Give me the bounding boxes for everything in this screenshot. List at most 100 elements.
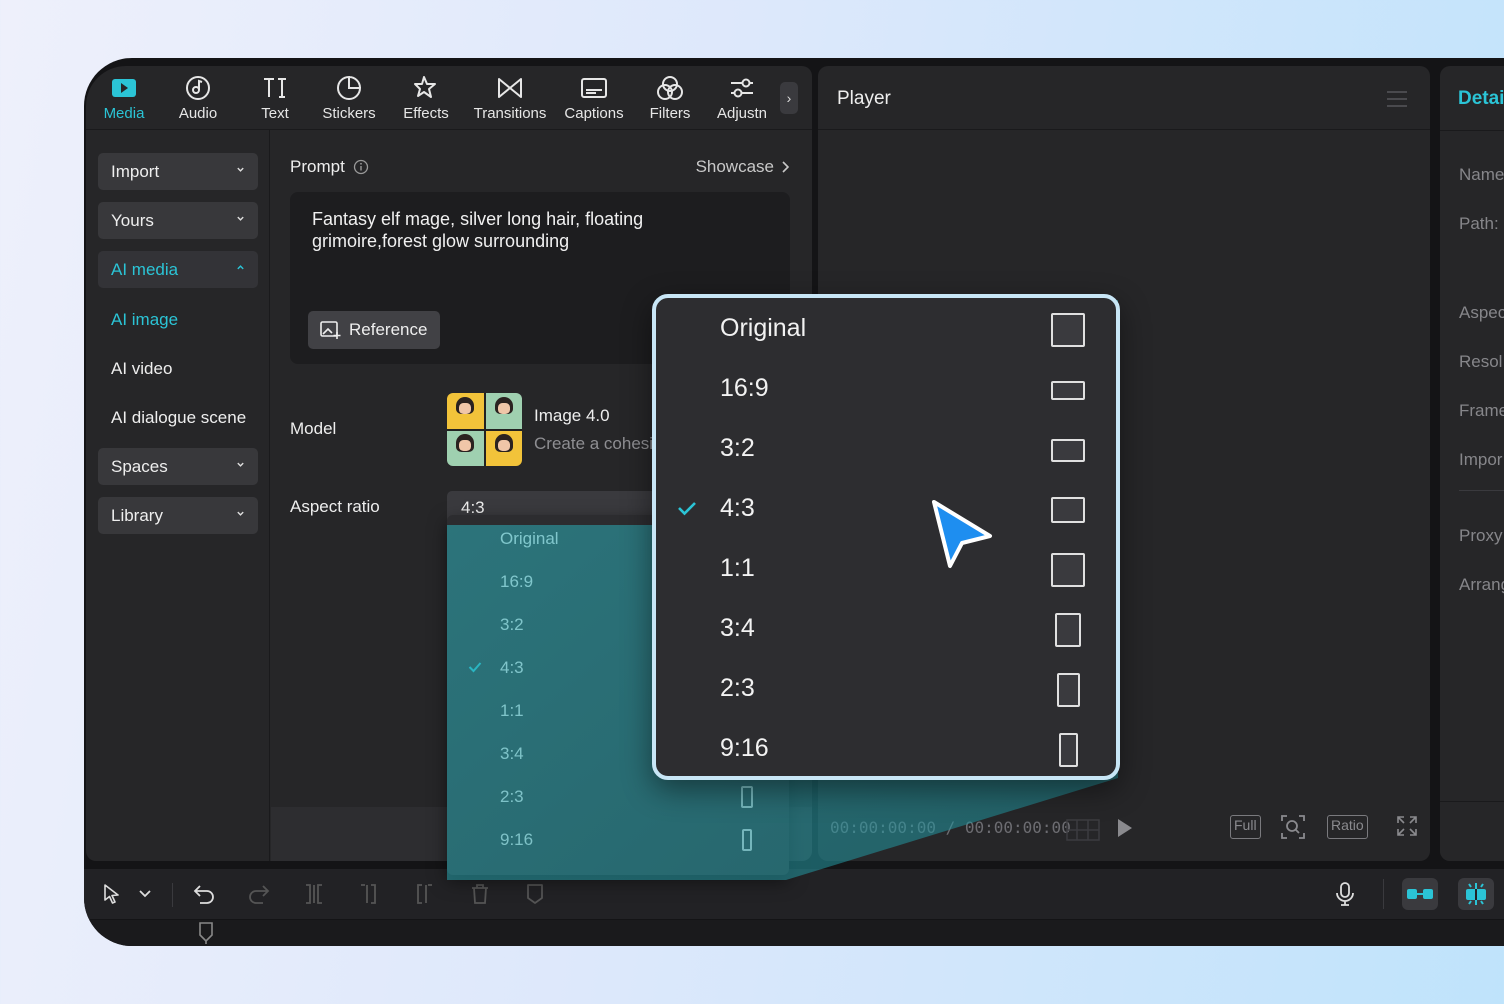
fullscreen-icon[interactable] — [1396, 815, 1418, 837]
ratio-shape-icon — [1051, 313, 1085, 347]
details-panel: Detai Name Path: Aspec Resol Frame Impor… — [1440, 66, 1504, 861]
tool-media[interactable]: Media — [100, 74, 148, 126]
detail-path: Path: — [1459, 214, 1499, 233]
sidebar-ai-media[interactable]: AI media — [98, 251, 258, 288]
model-description: Create a cohesi — [534, 434, 654, 453]
details-title: Detai — [1458, 88, 1504, 109]
menu-icon[interactable] — [1386, 90, 1408, 108]
ratio-button[interactable]: Ratio — [1327, 815, 1368, 839]
tool-captions[interactable]: Captions — [561, 74, 627, 126]
snap-icon — [1466, 883, 1486, 905]
tool-audio[interactable]: Audio — [174, 74, 222, 126]
tool-label: Transitions — [473, 105, 547, 122]
aspect-option-label: 1:1 — [720, 554, 755, 582]
ratio-shape-icon — [1056, 673, 1080, 707]
aspect-option-zoomed[interactable]: Original — [656, 300, 1116, 360]
checkmark-icon — [678, 502, 696, 516]
tool-transitions[interactable]: Transitions — [469, 74, 551, 126]
ratio-shape-icon — [1051, 553, 1085, 587]
aspect-option-label: 4:3 — [500, 658, 524, 677]
tool-label: Media — [103, 105, 145, 122]
zoom-fit-icon[interactable] — [1280, 814, 1306, 840]
aspect-option-zoomed[interactable]: 2:3 — [656, 660, 1116, 720]
aspect-option-label: 4:3 — [720, 494, 755, 522]
sidebar-item-label: Library — [111, 505, 163, 525]
aspect-option-zoomed[interactable]: 3:4 — [656, 600, 1116, 660]
trim-right-icon[interactable] — [412, 883, 436, 905]
info-icon[interactable] — [353, 159, 369, 175]
aspect-option-label: Original — [720, 314, 807, 342]
sidebar-ai-dialogue-scene[interactable]: AI dialogue scene — [111, 408, 246, 428]
sidebar-item-label: AI media — [111, 259, 179, 279]
tool-label: Filters — [649, 105, 691, 122]
prompt-label: Prompt — [290, 157, 345, 176]
model-thumbnail[interactable] — [447, 393, 522, 466]
aspect-option[interactable]: 2:3 — [447, 776, 789, 819]
toolbar-more-button[interactable]: › — [780, 82, 798, 114]
aspect-option[interactable]: 9:16 — [447, 819, 789, 862]
tool-label: Stickers — [322, 105, 376, 122]
playhead-icon[interactable] — [198, 922, 214, 944]
microphone-icon[interactable] — [1335, 881, 1355, 907]
sidebar-item-label: Yours — [111, 210, 154, 230]
link-clips-button[interactable] — [1402, 878, 1438, 910]
sidebar-spaces[interactable]: Spaces — [98, 448, 258, 485]
delete-icon[interactable] — [469, 883, 491, 905]
prompt-text[interactable]: Fantasy elf mage, silver long hair, floa… — [312, 208, 692, 252]
chevron-down-icon — [237, 511, 244, 516]
full-button[interactable]: Full — [1230, 815, 1261, 839]
tool-adjustment[interactable]: Adjustn — [713, 74, 771, 126]
split-icon[interactable] — [302, 883, 326, 905]
aspect-option-zoomed[interactable]: 16:9 — [656, 360, 1116, 420]
aspect-option-label: 3:4 — [500, 744, 524, 763]
text-icon — [261, 74, 289, 102]
mouse-pointer-icon — [932, 500, 992, 568]
prompt-heading: Prompt — [290, 157, 369, 177]
tool-stickers[interactable]: Stickers — [318, 74, 380, 126]
aspect-option-label: 3:2 — [500, 615, 524, 634]
ratio-shape-icon — [1051, 438, 1085, 462]
reference-button[interactable]: Reference — [308, 311, 441, 349]
tool-effects[interactable]: Effects — [398, 74, 454, 126]
redo-icon[interactable] — [247, 883, 271, 905]
aspect-option-label: Original — [500, 529, 559, 548]
tool-label: Audio — [178, 105, 218, 122]
captions-icon — [580, 74, 608, 102]
aspect-option-label: 16:9 — [720, 374, 769, 402]
showcase-link[interactable]: Showcase — [696, 157, 790, 177]
chevron-down-icon — [237, 462, 244, 467]
play-icon[interactable] — [1115, 817, 1135, 839]
marker-icon[interactable] — [525, 883, 545, 905]
aspect-option-zoomed[interactable]: 4:3 — [656, 480, 1116, 540]
tool-filters[interactable]: Filters — [646, 74, 694, 126]
sidebar-library[interactable]: Library — [98, 497, 258, 534]
sidebar-import[interactable]: Import — [98, 153, 258, 190]
detail-import: Impor — [1459, 450, 1503, 469]
aspect-option-zoomed[interactable]: 3:2 — [656, 420, 1116, 480]
sidebar-ai-video[interactable]: AI video — [111, 359, 172, 379]
stickers-icon — [335, 74, 363, 102]
aspect-option-zoomed[interactable]: 9:16 — [656, 720, 1116, 776]
select-cursor-icon[interactable] — [102, 883, 122, 905]
aspect-option-label: 2:3 — [720, 674, 755, 702]
showcase-label: Showcase — [695, 157, 774, 176]
trim-left-icon[interactable] — [357, 883, 381, 905]
asset-toolbar: Media Audio Text Stickers Effects Transi… — [86, 66, 812, 130]
grid-icon[interactable] — [1066, 819, 1100, 841]
audio-icon — [184, 74, 212, 102]
sidebar-item-label: Spaces — [111, 456, 168, 476]
sidebar-yours[interactable]: Yours — [98, 202, 258, 239]
undo-icon[interactable] — [192, 883, 216, 905]
tool-label: Effects — [403, 105, 449, 122]
chevron-down-icon[interactable] — [138, 888, 152, 900]
snap-button[interactable] — [1458, 878, 1494, 910]
media-icon — [110, 74, 138, 102]
tool-text[interactable]: Text — [251, 74, 299, 126]
player-header: Player — [818, 66, 1430, 130]
tool-label: Adjustn — [716, 105, 768, 122]
tool-label: Captions — [564, 105, 624, 122]
aspect-option-label: 16:9 — [500, 572, 534, 591]
model-name[interactable]: Image 4.0 — [534, 406, 610, 426]
aspect-option-zoomed[interactable]: 1:1 — [656, 540, 1116, 600]
sidebar-ai-image[interactable]: AI image — [111, 310, 178, 330]
